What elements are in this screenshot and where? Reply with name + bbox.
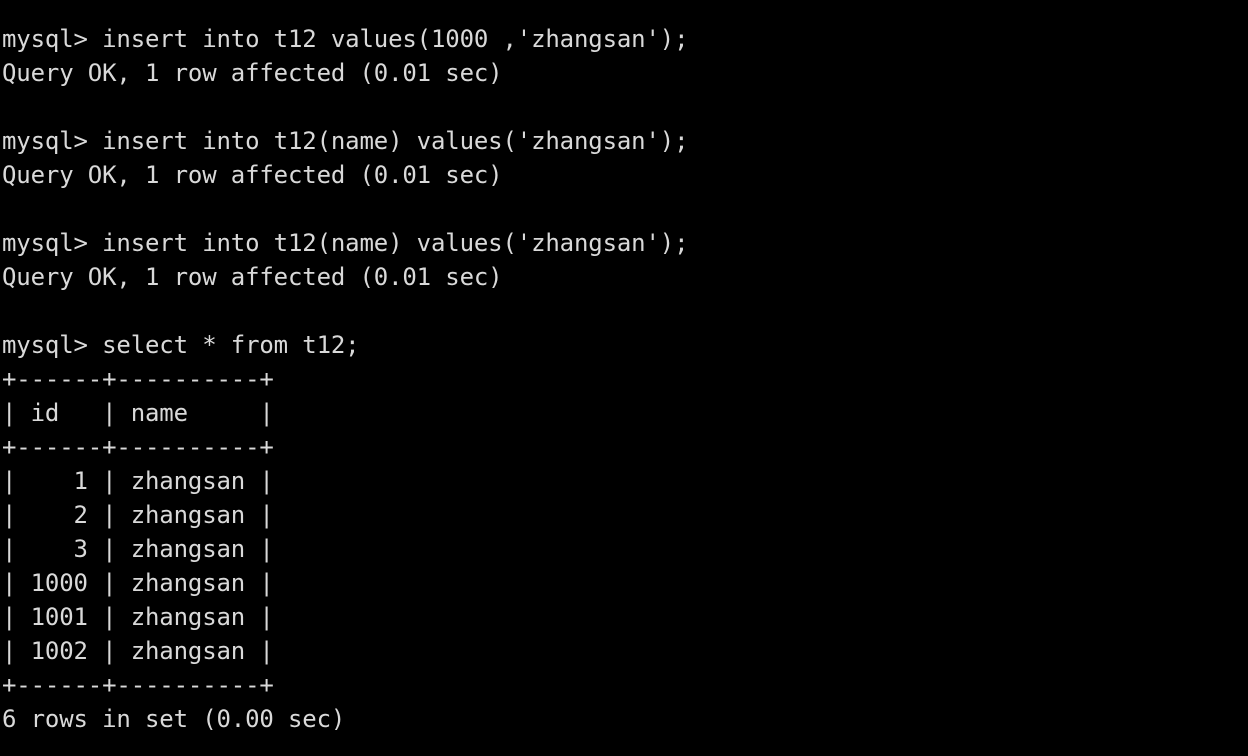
- terminal-line: Query OK, 1 row affected (0.01 sec): [2, 263, 503, 291]
- table-row: | 3 | zhangsan |: [2, 535, 274, 563]
- table-border-bottom: +------+----------+: [2, 671, 274, 699]
- terminal-line: mysql> select * from t12;: [2, 331, 360, 359]
- table-row: | 1000 | zhangsan |: [2, 569, 274, 597]
- table-row: | 1 | zhangsan |: [2, 467, 274, 495]
- terminal-line: mysql> insert into t12(name) values('zha…: [2, 127, 689, 155]
- terminal-output[interactable]: mysql> insert into t12 values(1000 ,'zha…: [2, 22, 1248, 736]
- terminal-line: Query OK, 1 row affected (0.01 sec): [2, 59, 503, 87]
- table-row: | 1002 | zhangsan |: [2, 637, 274, 665]
- table-header-row: | id | name |: [2, 399, 274, 427]
- terminal-line: mysql> insert into t12(name) values('zha…: [2, 229, 689, 257]
- terminal-line: mysql> insert into t12 values(1000 ,'zha…: [2, 25, 689, 53]
- terminal-window[interactable]: mysql> insert into t12 values(1000 ,'zha…: [0, 0, 1248, 756]
- row-count-status: 6 rows in set (0.00 sec): [2, 705, 346, 733]
- table-border-top: +------+----------+: [2, 365, 274, 393]
- table-row: | 2 | zhangsan |: [2, 501, 274, 529]
- terminal-line: Query OK, 1 row affected (0.01 sec): [2, 161, 503, 189]
- table-border-header: +------+----------+: [2, 433, 274, 461]
- table-row: | 1001 | zhangsan |: [2, 603, 274, 631]
